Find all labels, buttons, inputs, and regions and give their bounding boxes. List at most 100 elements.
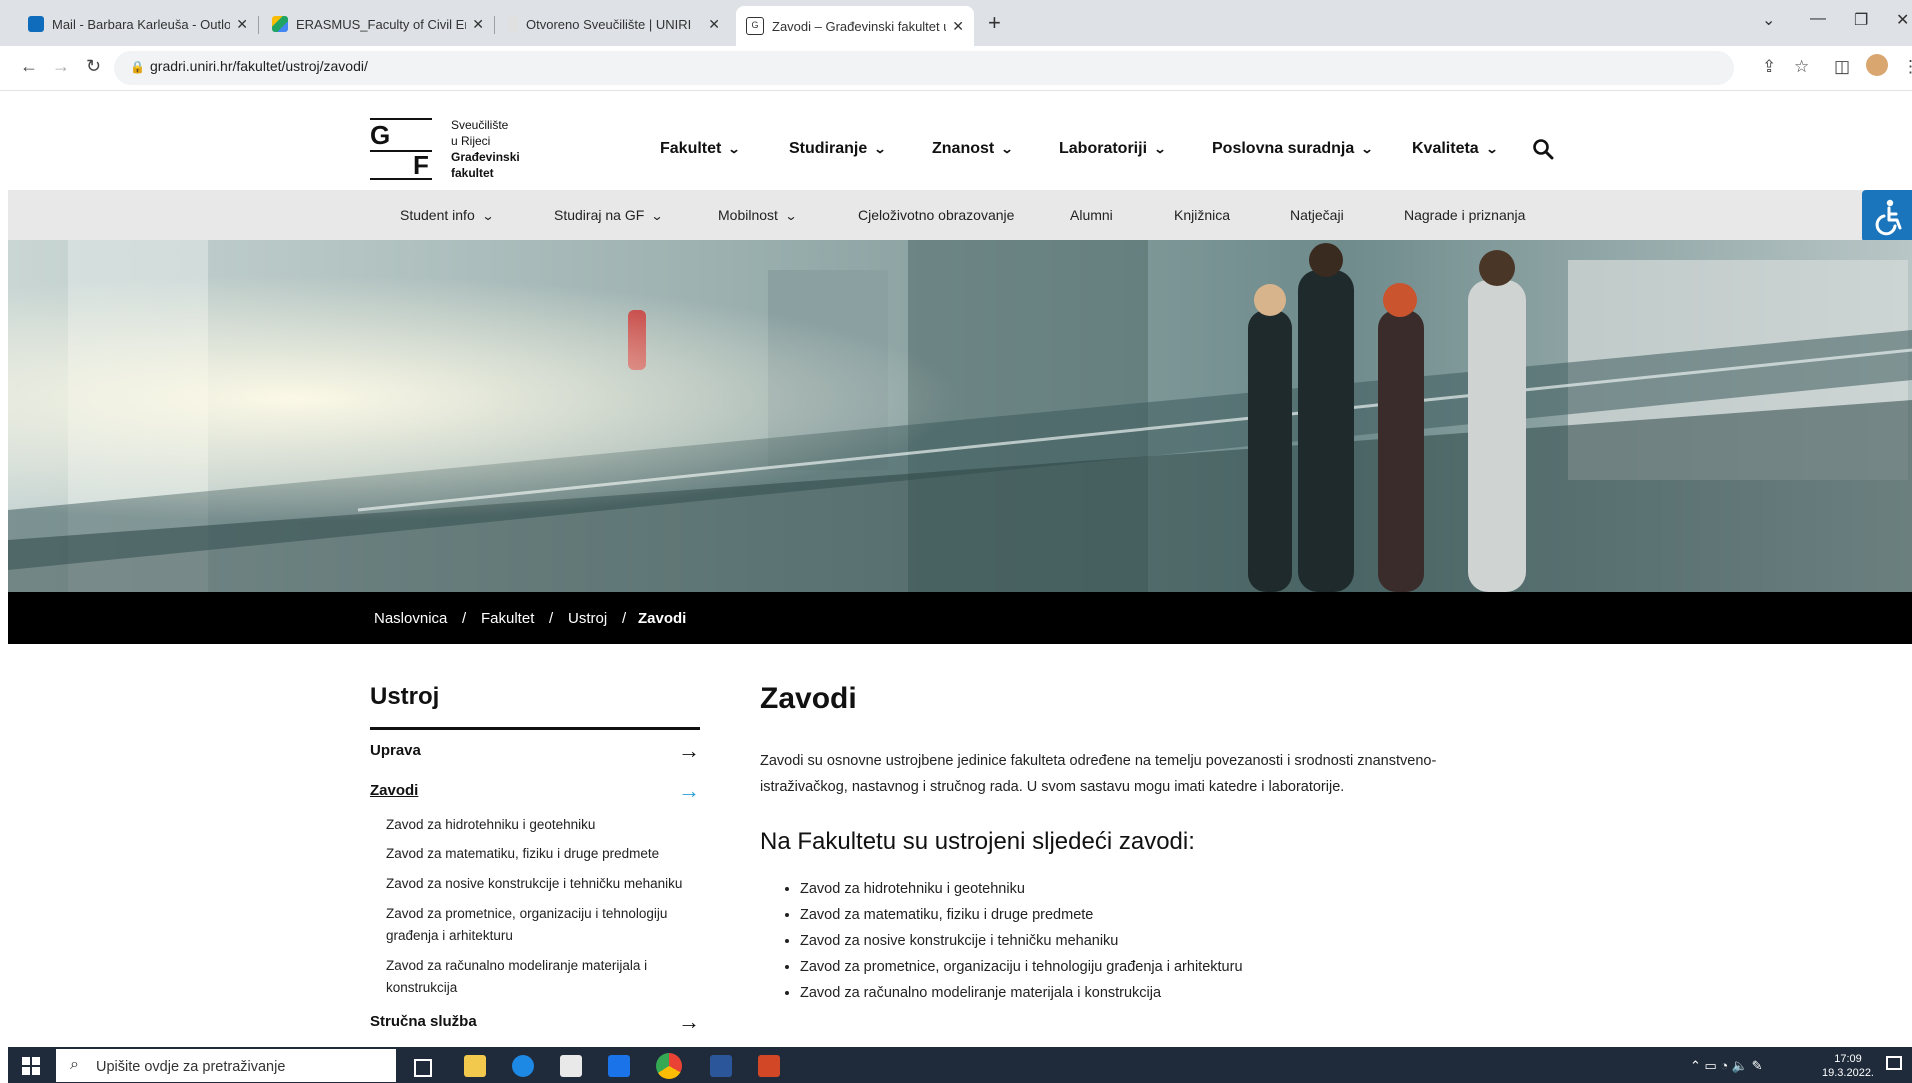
logo-text: u Rijeci bbox=[451, 134, 491, 148]
nav-fakultet[interactable]: Fakultet ⌄ bbox=[660, 140, 741, 158]
close-tab-icon[interactable]: ✕ bbox=[236, 16, 248, 33]
sidebar-item-strucna-sluzba[interactable]: Stručna služba → bbox=[370, 1009, 700, 1034]
sidebar-item-zavodi[interactable]: Zavodi → bbox=[370, 778, 700, 803]
arrow-right-icon: → bbox=[678, 1009, 700, 1034]
subnav-cjelozivotno[interactable]: Cjeloživotno obrazovanje bbox=[858, 207, 1014, 223]
lock-icon[interactable]: 🔒 bbox=[130, 60, 145, 74]
tab-title: Otvoreno Sveučilište | UNIRI bbox=[526, 16, 692, 32]
chevron-down-icon: ⌄ bbox=[873, 142, 887, 156]
tab-search-icon[interactable]: ⌄ bbox=[1762, 10, 1775, 30]
share-icon[interactable]: ⇪ bbox=[1762, 57, 1776, 77]
browser-tab-uniri[interactable]: Otvoreno Sveučilište | UNIRI ✕ bbox=[498, 8, 730, 40]
edge-icon[interactable] bbox=[512, 1055, 534, 1077]
back-icon[interactable]: ← bbox=[20, 56, 38, 77]
clock-time: 17:09 bbox=[1834, 1053, 1862, 1065]
logo-rule bbox=[370, 178, 432, 180]
subnav-mobilnost[interactable]: Mobilnost ⌄ bbox=[718, 207, 798, 223]
subnav-natjecaji[interactable]: Natječaji bbox=[1290, 207, 1344, 223]
list-item: Zavod za računalno modeliranje materijal… bbox=[800, 980, 1243, 1006]
subnav-alumni[interactable]: Alumni bbox=[1070, 207, 1113, 223]
word-icon[interactable] bbox=[710, 1055, 732, 1077]
store-icon[interactable] bbox=[560, 1055, 582, 1077]
tab-divider bbox=[494, 16, 495, 34]
nav-kvaliteta[interactable]: Kvaliteta ⌄ bbox=[1412, 140, 1499, 158]
close-tab-icon[interactable]: ✕ bbox=[952, 18, 964, 35]
windows-start-icon[interactable] bbox=[22, 1057, 40, 1075]
chevron-down-icon: ⌄ bbox=[481, 209, 495, 223]
list-item: Zavod za prometnice, organizaciju i tehn… bbox=[800, 954, 1243, 980]
restore-icon[interactable]: ❐ bbox=[1854, 10, 1868, 30]
outlook-icon bbox=[28, 16, 44, 32]
forward-icon[interactable]: → bbox=[52, 56, 70, 77]
chevron-down-icon: ⌄ bbox=[1000, 142, 1014, 156]
breadcrumb-ustroj[interactable]: Ustroj bbox=[568, 610, 607, 627]
tab-title: ERASMUS_Faculty of Civil Engineering bbox=[296, 16, 466, 32]
page-icon bbox=[508, 16, 518, 32]
browser-tab-outlook[interactable]: Mail - Barbara Karleuša - Outlook ✕ bbox=[18, 8, 258, 40]
sidebar-subitem[interactable]: Zavod za prometnice, organizaciju i tehn… bbox=[386, 903, 686, 947]
close-window-icon[interactable]: ✕ bbox=[1896, 10, 1909, 30]
chevron-down-icon: ⌄ bbox=[650, 209, 664, 223]
browser-tab-erasmus[interactable]: ERASMUS_Faculty of Civil Engineering ✕ bbox=[262, 8, 494, 40]
sidebar-subitem[interactable]: Zavod za matematiku, fiziku i druge pred… bbox=[386, 843, 686, 865]
list-item: Zavod za hidrotehniku i geotehniku bbox=[800, 876, 1243, 902]
subnav-student-info[interactable]: Student info ⌄ bbox=[400, 207, 495, 223]
breadcrumb-current: Zavodi bbox=[638, 610, 687, 627]
logo-text: fakultet bbox=[451, 166, 494, 180]
logo-letter-f[interactable]: F bbox=[413, 150, 429, 181]
page-title: Zavodi bbox=[760, 682, 857, 715]
powerpoint-icon[interactable] bbox=[758, 1055, 780, 1077]
chevron-down-icon: ⌄ bbox=[1485, 142, 1499, 156]
nav-znanost[interactable]: Znanost ⌄ bbox=[932, 140, 1014, 158]
sidebar-divider bbox=[370, 727, 700, 730]
subnav-knjiznica[interactable]: Knjižnica bbox=[1174, 207, 1230, 223]
reload-icon[interactable]: ↻ bbox=[86, 56, 101, 77]
clock-date: 19.3.2022. bbox=[1822, 1067, 1874, 1079]
nav-laboratoriji[interactable]: Laboratoriji ⌄ bbox=[1059, 140, 1167, 158]
breadcrumb-fakultet[interactable]: Fakultet bbox=[481, 610, 534, 627]
accessibility-button[interactable] bbox=[1862, 190, 1912, 242]
browser-tab-bar: Mail - Barbara Karleuša - Outlook ✕ ERAS… bbox=[0, 0, 1912, 46]
arrow-right-icon: → bbox=[678, 778, 700, 803]
new-tab-icon[interactable]: + bbox=[988, 10, 1001, 36]
browser-tab-zavodi[interactable]: G Zavodi – Građevinski fakultet u Rijeci… bbox=[736, 6, 974, 46]
task-view-icon[interactable] bbox=[414, 1059, 432, 1077]
students-on-staircase-photo bbox=[8, 240, 1912, 592]
file-explorer-icon[interactable] bbox=[464, 1055, 486, 1077]
breadcrumb-separator: / bbox=[462, 610, 467, 627]
chevron-down-icon: ⌄ bbox=[1153, 142, 1167, 156]
notifications-icon[interactable] bbox=[1886, 1056, 1902, 1070]
section-heading: Na Fakultetu su ustrojeni sljedeći zavod… bbox=[760, 828, 1195, 855]
nav-studiranje[interactable]: Studiranje ⌄ bbox=[789, 140, 887, 158]
close-tab-icon[interactable]: ✕ bbox=[708, 16, 720, 33]
sidebar-item-uprava[interactable]: Uprava → bbox=[370, 738, 700, 763]
logo-letter-g[interactable]: G bbox=[370, 120, 390, 151]
url-text[interactable]: gradri.uniri.hr/fakultet/ustroj/zavodi/ bbox=[150, 58, 368, 74]
breadcrumb bbox=[8, 592, 1912, 644]
logo-text: Građevinski bbox=[451, 150, 520, 164]
browser-menu-icon[interactable]: ⋮ bbox=[1902, 57, 1912, 77]
chevron-down-icon: ⌄ bbox=[727, 142, 741, 156]
subnav-nagrade[interactable]: Nagrade i priznanja bbox=[1404, 207, 1525, 223]
taskbar-clock[interactable]: 17:09 19.3.2022. bbox=[1822, 1052, 1874, 1080]
nav-poslovna-suradnja[interactable]: Poslovna suradnja ⌄ bbox=[1212, 140, 1374, 158]
side-panel-icon[interactable]: ◫ bbox=[1834, 57, 1850, 77]
subnav-studiraj-na-gf[interactable]: Studiraj na GF ⌄ bbox=[554, 207, 664, 223]
tab-title: Mail - Barbara Karleuša - Outlook bbox=[52, 16, 231, 32]
chevron-down-icon: ⌄ bbox=[784, 209, 798, 223]
mail-icon[interactable] bbox=[608, 1055, 630, 1077]
profile-avatar[interactable] bbox=[1866, 54, 1888, 76]
sidebar-subitem[interactable]: Zavod za nosive konstrukcije i tehničku … bbox=[386, 873, 686, 895]
minimize-icon[interactable]: — bbox=[1810, 10, 1826, 28]
list-item: Zavod za nosive konstrukcije i tehničku … bbox=[800, 928, 1243, 954]
chrome-icon[interactable] bbox=[656, 1053, 682, 1079]
breadcrumb-naslovnica[interactable]: Naslovnica bbox=[374, 610, 447, 627]
search-icon[interactable] bbox=[1532, 138, 1554, 160]
intro-paragraph: Zavodi su osnovne ustrojbene jedinice fa… bbox=[760, 753, 1437, 795]
system-tray-icons[interactable]: ⌃ ▭ ◔ 🔈 ✎ bbox=[1690, 1058, 1763, 1074]
sidebar-subitem[interactable]: Zavod za računalno modeliranje materijal… bbox=[386, 955, 686, 999]
close-tab-icon[interactable]: ✕ bbox=[472, 16, 484, 33]
bookmark-star-icon[interactable]: ☆ bbox=[1794, 57, 1809, 77]
sidebar-subitem[interactable]: Zavod za hidrotehniku i geotehniku bbox=[386, 814, 686, 836]
taskbar-search-placeholder: Upišite ovdje za pretraživanje bbox=[96, 1059, 286, 1075]
